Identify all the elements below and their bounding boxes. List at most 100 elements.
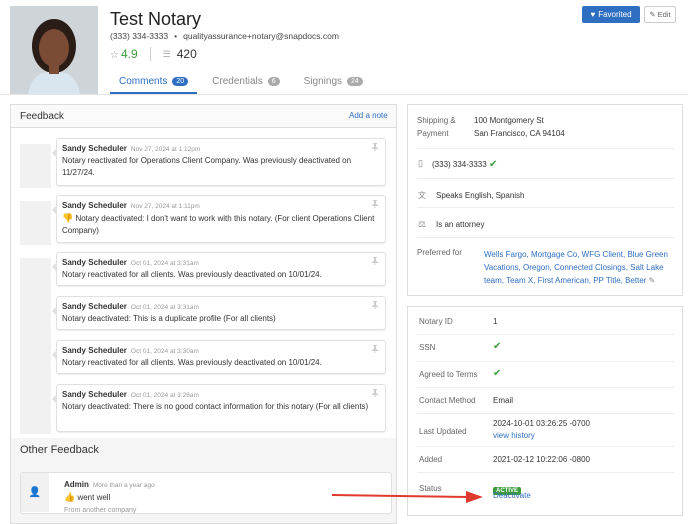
preferred-label: Preferred for <box>417 248 462 257</box>
feedback-entry: Sandy Scheduler Oct 01, 2024 at 3:31am No… <box>20 252 390 302</box>
divider <box>417 178 675 179</box>
contact-method-value: Email <box>493 396 514 405</box>
rating: ☆ 4.9 <box>110 47 138 61</box>
divider <box>417 472 675 473</box>
author-line: Sandy Scheduler Oct 01, 2024 at 3:31am <box>62 302 377 311</box>
divider <box>149 47 151 61</box>
tab-badge: 20 <box>172 76 189 86</box>
tab-label: Comments <box>119 75 168 87</box>
divider <box>417 334 675 335</box>
feedback-text-row: 👍 went well <box>64 491 155 504</box>
phone-text: (333) 334-3333 <box>110 31 169 41</box>
last-updated-label: Last Updated <box>419 427 467 436</box>
favorited-button[interactable]: ♥ Favorited <box>582 6 640 23</box>
list-icon: ☰ <box>162 48 171 59</box>
pin-icon[interactable] <box>372 301 378 309</box>
ssn-label: SSN <box>419 343 436 352</box>
pin-icon[interactable] <box>372 257 378 265</box>
annotation-arrow-icon <box>331 491 483 503</box>
divider <box>417 446 675 447</box>
author-name: Admin <box>64 480 89 489</box>
feedback-text: went well <box>77 493 111 502</box>
tab-label: Signings <box>303 75 343 87</box>
payment-label: Payment <box>417 129 449 138</box>
author-line: Sandy Scheduler Oct 01, 2024 at 3:31am <box>62 258 377 267</box>
check-icon: ✔ <box>493 341 502 352</box>
view-history-link[interactable]: view history <box>493 431 535 440</box>
pin-icon[interactable] <box>372 389 378 397</box>
feedback-entry: Sandy Scheduler Oct 01, 2024 at 3:31am No… <box>20 296 390 346</box>
divider <box>417 207 675 208</box>
tab-comments[interactable]: Comments 20 <box>110 70 198 94</box>
pin-icon[interactable] <box>372 200 378 208</box>
author-name: Sandy Scheduler <box>62 390 127 399</box>
edit-label: Edit <box>657 10 671 19</box>
timestamp: Oct 01, 2024 at 3:30am <box>130 348 199 355</box>
thumbs-down-icon: 👎 <box>62 213 74 223</box>
author-line: Sandy Scheduler Nov 27, 2024 at 1:11pm <box>62 201 377 210</box>
divider <box>417 237 675 238</box>
timestamp: Nov 27, 2024 at 1:12pm <box>130 146 201 153</box>
author-avatar <box>20 144 51 188</box>
avatar-photo-icon <box>10 6 98 94</box>
dot-separator: • <box>174 31 178 41</box>
feedback-text-row: 👎 Notary deactivated: I don't want to wo… <box>62 212 377 237</box>
feedback-text: Notary reactivated for Operations Client… <box>62 156 352 177</box>
preferred-list[interactable]: Wells Fargo, Mortgage Co, WFG Client, Bl… <box>484 250 668 285</box>
pin-icon[interactable] <box>372 143 378 151</box>
tab-badge: 24 <box>347 76 363 86</box>
notary-avatar <box>10 6 98 94</box>
tab-badge: 6 <box>267 76 280 86</box>
deactivate-link[interactable]: Deactivate <box>493 491 531 500</box>
phone-value: (333) 334-3333 <box>432 160 487 169</box>
notary-info-panel <box>407 306 683 516</box>
divider <box>417 361 675 362</box>
divider <box>417 413 675 414</box>
preferred-clients[interactable]: Wells Fargo, Mortgage Co, WFG Client, Bl… <box>484 248 674 287</box>
header-divider <box>0 94 688 95</box>
author-name: Sandy Scheduler <box>62 258 127 267</box>
author-line: Sandy Scheduler Oct 01, 2024 at 3:28am <box>62 390 377 399</box>
check-icon: ✔ <box>488 159 498 170</box>
rating-value: 4.9 <box>120 47 138 61</box>
page-title: Test Notary <box>110 9 202 29</box>
languages-text: Speaks English, Spanish <box>436 191 525 200</box>
shipping-label: Shipping & <box>417 116 456 125</box>
feedback-text: Notary deactivated: I don't want to work… <box>62 214 375 235</box>
tab-label: Credentials <box>212 75 263 87</box>
author-name: Sandy Scheduler <box>62 144 127 153</box>
added-value: 2021-02-12 10:22:06 -0800 <box>493 455 590 464</box>
feedback-entry: Sandy Scheduler Oct 01, 2024 at 3:30am No… <box>20 340 390 390</box>
address-line-1: 100 Montgomery St <box>474 116 544 125</box>
email-text: qualityassurance+notary@snapdocs.com <box>183 31 339 41</box>
edit-button[interactable]: ✎ Edit <box>644 6 676 23</box>
author-name: Sandy Scheduler <box>62 346 127 355</box>
feedback-card: Sandy Scheduler Oct 01, 2024 at 3:30am No… <box>52 340 386 374</box>
feedback-text: Notary reactivated for all clients. Was … <box>62 358 322 367</box>
contact-method-label: Contact Method <box>419 396 476 405</box>
pencil-icon[interactable]: ✎ <box>649 276 656 285</box>
timestamp: Oct 01, 2024 at 3:28am <box>130 392 199 399</box>
signing-count: 420 <box>176 47 197 61</box>
timestamp: Oct 01, 2024 at 3:31am <box>130 260 199 267</box>
pin-icon[interactable] <box>372 345 378 353</box>
timestamp: More than a year ago <box>92 482 155 489</box>
terms-label: Agreed to Terms <box>419 370 478 379</box>
contact-line: (333) 334-3333 • qualityassurance+notary… <box>110 31 339 41</box>
feedback-entry: Sandy Scheduler Oct 01, 2024 at 3:28am No… <box>20 384 390 434</box>
added-label: Added <box>419 455 443 464</box>
last-updated-value: 2024-10-01 03:26:25 -0700 <box>493 419 590 428</box>
profile-tabs: Comments 20 Credentials 6 Signings 24 <box>110 70 372 94</box>
tab-signings[interactable]: Signings 24 <box>295 70 372 92</box>
feedback-text: Notary deactivated: This is a duplicate … <box>62 314 276 323</box>
details-phone: (333) 334-3333 ✔ <box>432 159 497 170</box>
notary-id-label: Notary ID <box>419 317 453 326</box>
timestamp: Nov 27, 2024 at 1:11pm <box>130 203 200 210</box>
feedback-entry: Sandy Scheduler Nov 27, 2024 at 1:12pm No… <box>20 138 390 188</box>
author-name: Sandy Scheduler <box>62 201 127 210</box>
tab-credentials[interactable]: Credentials 6 <box>203 70 289 92</box>
add-note-link[interactable]: Add a note <box>349 111 388 120</box>
author-line: Admin More than a year ago <box>64 480 155 489</box>
feedback-title: Feedback <box>20 111 64 122</box>
stats-row: ☆ 4.9 ☰ 420 <box>110 47 197 61</box>
